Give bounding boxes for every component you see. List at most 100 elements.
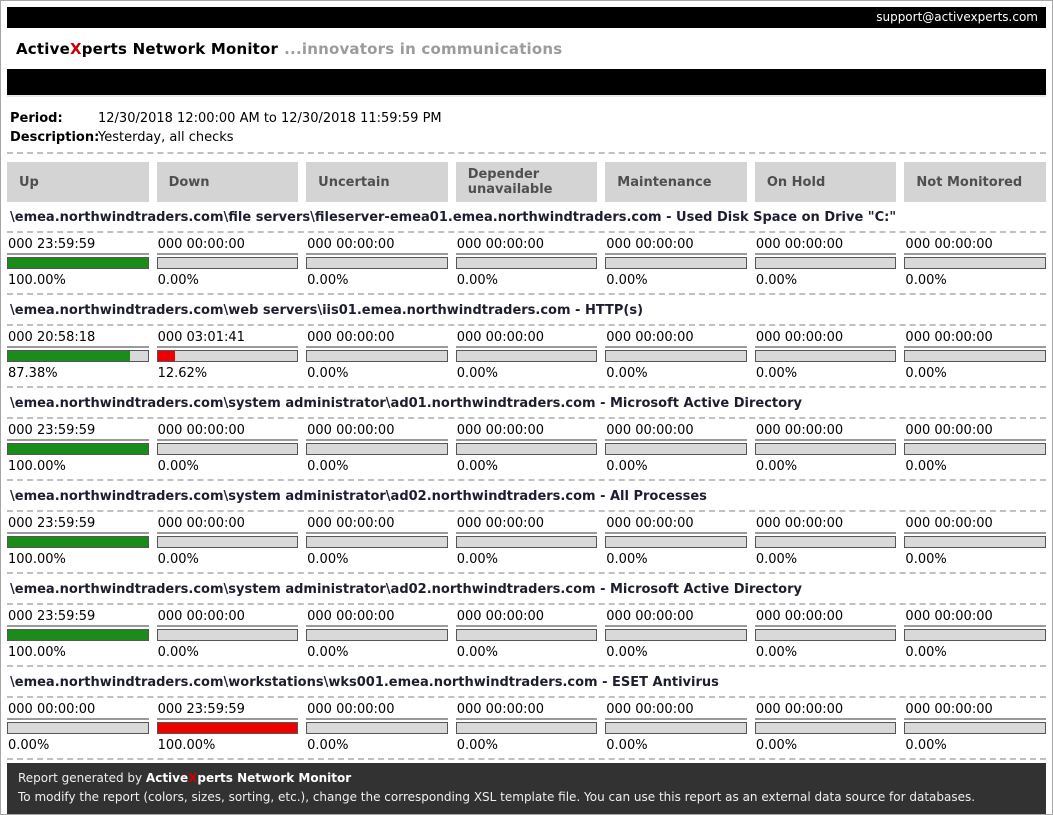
section-stats-row: 000 23:59:59 100.00% 000 00:00:00 0.00% …: [7, 233, 1046, 293]
percent-label: 0.00%: [755, 645, 897, 661]
status-stat-cell: 000 00:00:00 0.00%: [456, 424, 598, 475]
uptime-bar: [7, 629, 149, 641]
status-stat-cell: 000 23:59:59 100.00%: [7, 610, 149, 661]
percent-label: 0.00%: [456, 552, 598, 568]
uptime-bar: [456, 722, 598, 734]
report-page: support@activexperts.com ActiveXperts Ne…: [0, 0, 1053, 815]
status-stat-cell: 000 00:00:00 0.00%: [456, 517, 598, 568]
duration-label: 000 00:00:00: [306, 424, 448, 441]
monitor-section: \emea.northwindtraders.com\web servers\i…: [7, 295, 1046, 388]
percent-label: 0.00%: [605, 552, 747, 568]
uptime-bar: [456, 629, 598, 641]
uptime-bar-fill: [8, 351, 130, 361]
duration-label: 000 00:00:00: [306, 517, 448, 534]
uptime-bar: [157, 443, 299, 455]
status-stat-cell: 000 00:00:00 0.00%: [456, 331, 598, 382]
percent-label: 0.00%: [306, 273, 448, 289]
duration-label: 000 23:59:59: [7, 610, 149, 627]
status-stat-cell: 000 00:00:00 0.00%: [306, 703, 448, 754]
percent-label: 0.00%: [904, 273, 1046, 289]
uptime-bar: [7, 257, 149, 269]
footer-brand-active: Active: [146, 771, 188, 785]
percent-label: 0.00%: [306, 738, 448, 754]
percent-label: 0.00%: [456, 366, 598, 382]
duration-label: 000 00:00:00: [605, 517, 747, 534]
column-header: Depender unavailable: [456, 162, 598, 202]
monitor-section: \emea.northwindtraders.com\system admini…: [7, 481, 1046, 574]
duration-label: 000 00:00:00: [904, 517, 1046, 534]
duration-label: 000 00:00:00: [456, 331, 598, 348]
divider-line: [7, 758, 1046, 760]
duration-label: 000 00:00:00: [904, 238, 1046, 255]
logo-band: ActiveXperts Network Monitor ...innovato…: [7, 28, 1046, 69]
footer-brand-rest: perts Network Monitor: [197, 771, 351, 785]
status-stat-cell: 000 00:00:00 0.00%: [456, 610, 598, 661]
monitor-section: \emea.northwindtraders.com\system admini…: [7, 388, 1046, 481]
duration-label: 000 00:00:00: [456, 610, 598, 627]
top-black-bar: support@activexperts.com: [7, 7, 1046, 28]
duration-label: 000 00:00:00: [157, 610, 299, 627]
status-stat-cell: 000 00:00:00 0.00%: [904, 610, 1046, 661]
duration-label: 000 00:00:00: [605, 424, 747, 441]
duration-label: 000 00:00:00: [904, 703, 1046, 720]
section-title: \emea.northwindtraders.com\workstations\…: [7, 675, 1046, 690]
percent-label: 100.00%: [7, 645, 149, 661]
uptime-bar: [605, 443, 747, 455]
duration-label: 000 00:00:00: [306, 610, 448, 627]
brand-logo: ActiveXperts Network Monitor: [16, 40, 278, 58]
status-stat-cell: 000 00:00:00 0.00%: [306, 424, 448, 475]
status-stat-cell: 000 00:00:00 0.00%: [755, 424, 897, 475]
status-stat-cell: 000 00:00:00 0.00%: [755, 331, 897, 382]
percent-label: 100.00%: [157, 738, 299, 754]
section-stats-row: 000 23:59:59 100.00% 000 00:00:00 0.00% …: [7, 605, 1046, 665]
black-banner: [7, 69, 1046, 97]
uptime-bar: [605, 629, 747, 641]
uptime-bar: [755, 722, 897, 734]
brand-active: Active: [16, 40, 70, 58]
percent-label: 12.62%: [157, 366, 299, 382]
duration-label: 000 00:00:00: [605, 331, 747, 348]
status-stat-cell: 000 00:00:00 0.00%: [605, 703, 747, 754]
duration-label: 000 00:00:00: [605, 703, 747, 720]
footer-brand: ActiveXperts Network Monitor: [146, 771, 351, 785]
status-stat-cell: 000 23:59:59 100.00%: [157, 703, 299, 754]
uptime-bar: [7, 536, 149, 548]
duration-label: 000 00:00:00: [755, 424, 897, 441]
uptime-bar: [904, 536, 1046, 548]
percent-label: 0.00%: [755, 459, 897, 475]
uptime-bar: [904, 443, 1046, 455]
uptime-bar: [755, 443, 897, 455]
footer-note: To modify the report (colors, sizes, sor…: [18, 788, 1035, 807]
status-stat-cell: 000 00:00:00 0.00%: [306, 331, 448, 382]
section-title: \emea.northwindtraders.com\system admini…: [7, 396, 1046, 411]
support-email: support@activexperts.com: [876, 10, 1038, 24]
status-stat-cell: 000 23:59:59 100.00%: [7, 238, 149, 289]
duration-label: 000 00:00:00: [306, 703, 448, 720]
uptime-bar: [157, 722, 299, 734]
uptime-bar: [157, 257, 299, 269]
uptime-bar-fill: [158, 351, 176, 361]
duration-label: 000 00:00:00: [456, 517, 598, 534]
status-stat-cell: 000 00:00:00 0.00%: [306, 610, 448, 661]
percent-label: 0.00%: [306, 645, 448, 661]
duration-label: 000 00:00:00: [456, 238, 598, 255]
column-header: Uncertain: [306, 162, 448, 202]
section-title: \emea.northwindtraders.com\file servers\…: [7, 210, 1046, 225]
percent-label: 0.00%: [157, 459, 299, 475]
duration-label: 000 00:00:00: [904, 610, 1046, 627]
status-stat-cell: 000 00:00:00 0.00%: [605, 331, 747, 382]
duration-label: 000 00:00:00: [605, 610, 747, 627]
status-stat-cell: 000 00:00:00 0.00%: [904, 238, 1046, 289]
uptime-bar: [605, 722, 747, 734]
percent-label: 87.38%: [7, 366, 149, 382]
section-title: \emea.northwindtraders.com\system admini…: [7, 489, 1046, 504]
percent-label: 0.00%: [306, 459, 448, 475]
monitor-section: \emea.northwindtraders.com\file servers\…: [7, 202, 1046, 295]
duration-label: 000 00:00:00: [605, 238, 747, 255]
percent-label: 0.00%: [456, 645, 598, 661]
duration-label: 000 20:58:18: [7, 331, 149, 348]
percent-label: 0.00%: [605, 366, 747, 382]
period-label: Period:: [10, 109, 98, 128]
duration-label: 000 03:01:41: [157, 331, 299, 348]
percent-label: 0.00%: [456, 273, 598, 289]
